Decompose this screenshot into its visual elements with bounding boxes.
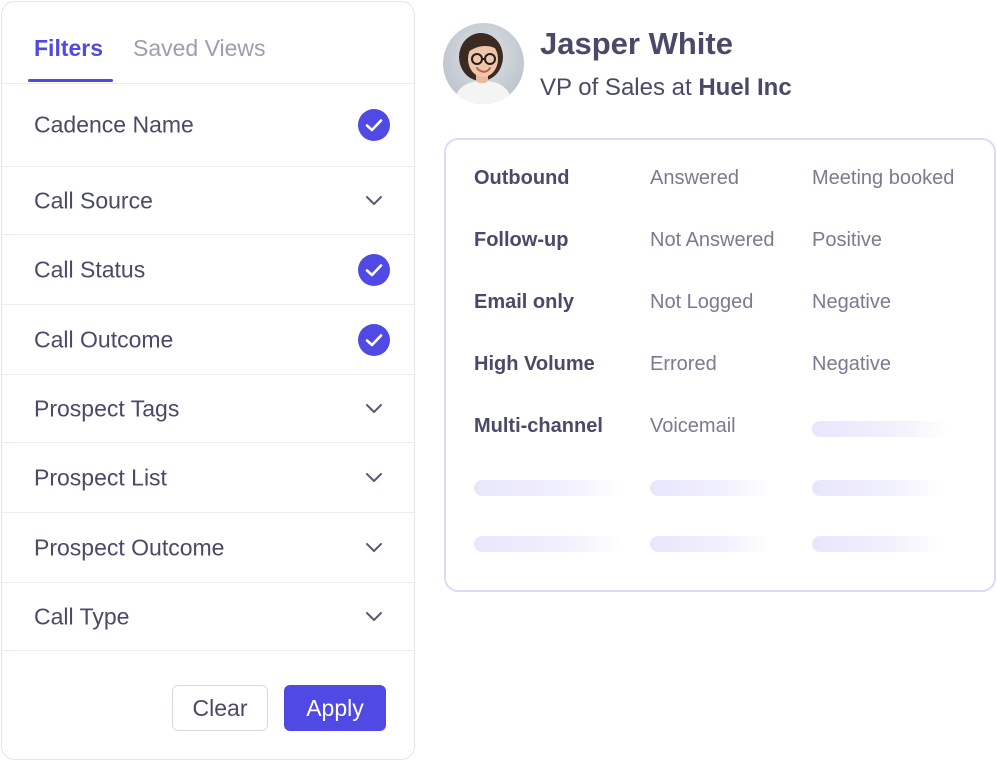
chevron-down-icon[interactable]: [364, 542, 384, 554]
chevron-down-icon[interactable]: [364, 611, 384, 623]
apply-button[interactable]: Apply: [284, 685, 386, 731]
filter-row-call-outcome[interactable]: Call Outcome: [2, 305, 414, 375]
check-circle-icon[interactable]: [358, 253, 390, 286]
row-status-value: Errored: [650, 353, 717, 375]
avatar-portrait-icon: [443, 23, 524, 104]
skeleton-placeholder: [812, 480, 942, 496]
filter-tabs: Filters Saved Views: [2, 2, 414, 84]
active-tab-indicator: [28, 79, 113, 82]
filter-label: Call Status: [34, 256, 146, 282]
clear-button[interactable]: Clear: [172, 685, 268, 731]
tab-filters[interactable]: Filters: [34, 35, 103, 62]
filter-label: Prospect Tags: [34, 395, 180, 421]
filter-panel: Filters Saved Views Cadence Name Call Sou…: [1, 1, 415, 760]
avatar: [443, 23, 524, 104]
filter-label: Call Type: [34, 603, 130, 629]
call-summary-card: Outbound Answered Meeting booked Follow-up N…: [444, 138, 996, 592]
skeleton-placeholder: [812, 421, 948, 437]
filter-label: Prospect List: [34, 464, 167, 490]
profile-company: Huel Inc: [698, 74, 792, 101]
skeleton-placeholder: [650, 480, 770, 496]
row-outcome-value: Positive: [812, 229, 883, 251]
chevron-down-icon[interactable]: [364, 472, 384, 484]
filter-row-call-source[interactable]: Call Source: [2, 167, 414, 235]
row-outcome-value: Negative: [812, 353, 891, 375]
profile-role-prefix: VP of Sales at: [540, 74, 699, 101]
skeleton-placeholder: [812, 536, 942, 552]
check-circle-icon[interactable]: [358, 323, 390, 356]
filter-row-prospect-tags[interactable]: Prospect Tags: [2, 375, 414, 443]
chevron-down-icon[interactable]: [364, 195, 384, 207]
row-status-value: Not Answered: [650, 229, 775, 251]
filter-row-prospect-outcome[interactable]: Prospect Outcome: [2, 513, 414, 583]
filter-row-cadence-name[interactable]: Cadence Name: [2, 84, 414, 167]
row-type-label: Multi-channel: [474, 415, 603, 437]
filter-list: Cadence Name Call Source Call Status Call O…: [2, 84, 414, 651]
row-status-value: Not Logged: [650, 291, 754, 313]
row-type-label: Follow-up: [474, 229, 569, 251]
row-status-value: Voicemail: [650, 415, 736, 437]
filter-label: Call Source: [34, 187, 153, 213]
filter-row-prospect-list[interactable]: Prospect List: [2, 443, 414, 513]
skeleton-placeholder: [474, 480, 624, 496]
row-type-label: Outbound: [474, 167, 570, 189]
row-outcome-value: Negative: [812, 291, 891, 313]
row-type-label: Email only: [474, 291, 575, 313]
filter-row-call-type[interactable]: Call Type: [2, 583, 414, 651]
row-type-label: High Volume: [474, 353, 595, 375]
tab-saved-views[interactable]: Saved Views: [133, 35, 266, 62]
check-circle-icon[interactable]: [358, 109, 390, 141]
row-status-value: Answered: [650, 167, 739, 189]
filter-label: Call Outcome: [34, 326, 174, 352]
skeleton-placeholder: [650, 536, 770, 552]
filter-row-call-status[interactable]: Call Status: [2, 235, 414, 305]
row-outcome-value: Meeting booked: [812, 167, 955, 189]
filter-label: Cadence Name: [34, 111, 194, 138]
profile-role: VP of Sales at Huel Inc: [540, 74, 792, 102]
filter-label: Prospect Outcome: [34, 534, 225, 560]
chevron-down-icon[interactable]: [364, 403, 384, 415]
profile-name: Jasper White: [540, 26, 733, 61]
skeleton-placeholder: [474, 536, 624, 552]
